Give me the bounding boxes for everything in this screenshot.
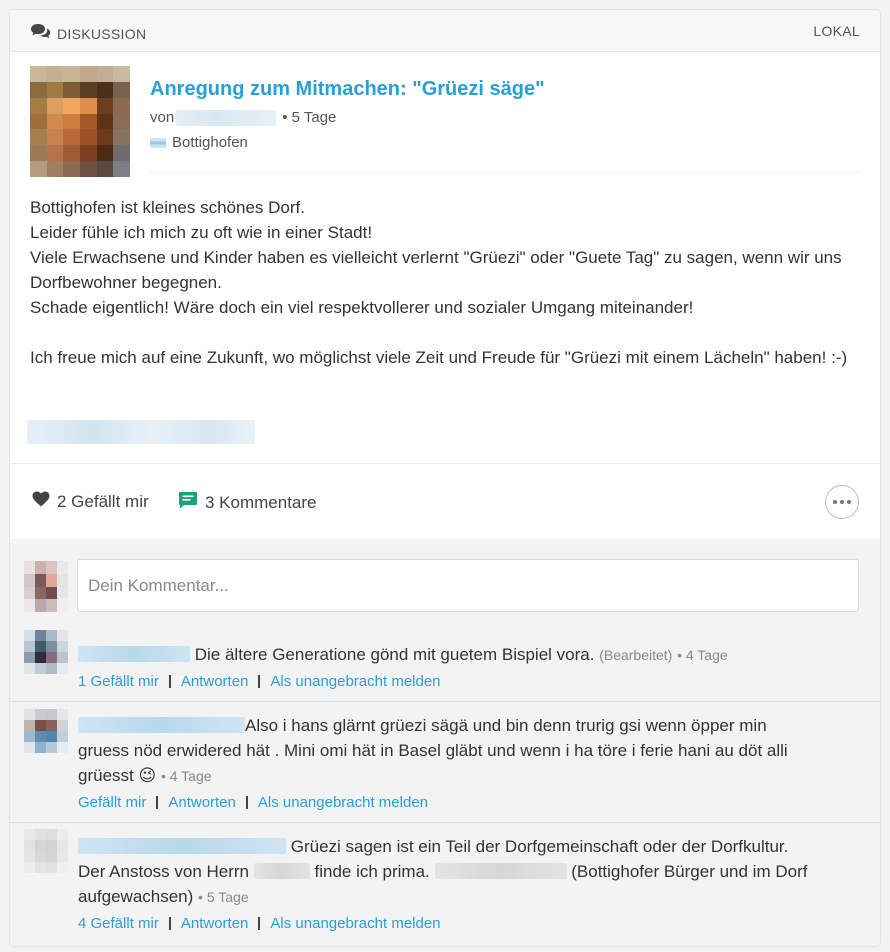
link-separator <box>258 917 261 930</box>
comment-icon <box>178 491 198 514</box>
comment-like-link[interactable]: 1 Gefällt mir <box>78 673 159 690</box>
scope-label: LOKAL <box>813 23 860 39</box>
signature-redacted <box>27 420 255 444</box>
section-header: DISKUSSION <box>30 23 146 44</box>
comment-body-cont: finde ich prima. <box>314 862 430 881</box>
comment-like-link[interactable]: Gefällt mir <box>78 794 146 811</box>
commenter-avatar[interactable] <box>24 630 68 674</box>
edited-label: (Bearbeitet) <box>599 647 673 663</box>
comment-report-link[interactable]: Als unangebracht melden <box>270 673 440 690</box>
commenter-avatar[interactable] <box>24 709 68 753</box>
commenter-name-redacted[interactable] <box>78 838 286 854</box>
post-location[interactable]: Bottighofen <box>172 134 248 151</box>
comment-text: Grüezi sagen ist ein Teil der Dorfgemein… <box>78 834 818 910</box>
comment-text: Die ältere Generatione gönd mit guetem B… <box>78 642 818 668</box>
comment-reply-link[interactable]: Antworten <box>181 673 249 690</box>
link-separator <box>156 796 159 809</box>
comment-divider <box>10 701 880 702</box>
link-separator <box>168 917 171 930</box>
like-button[interactable]: 2 Gefällt mir <box>32 491 149 512</box>
author-name-redacted[interactable] <box>176 109 277 126</box>
more-options-button[interactable] <box>825 485 859 519</box>
meta-divider <box>150 172 860 173</box>
post-actions-bar: 2 Gefällt mir 3 Kommentare <box>10 463 880 539</box>
comment-reply-link[interactable]: Antworten <box>181 915 249 932</box>
comment-report-link[interactable]: Als unangebracht melden <box>270 915 440 932</box>
comment-age: • 5 Tage <box>198 889 249 905</box>
comment-text: Also i hans glärnt grüezi sägä und bin d… <box>78 713 818 789</box>
wink-emoji-icon: 😉 <box>138 766 157 785</box>
comments-section: Die ältere Generatione gönd mit guetem B… <box>10 539 880 946</box>
comment-like-link[interactable]: 4 Gefällt mir <box>78 915 159 932</box>
post-body: Bottighofen ist kleines schönes Dorf. Le… <box>30 195 860 370</box>
commenter-avatar[interactable] <box>24 829 68 873</box>
location-flag-icon <box>150 137 166 148</box>
name-redacted <box>434 863 567 879</box>
comment-reply-link[interactable]: Antworten <box>168 794 236 811</box>
comment-age: • 4 Tage <box>677 647 728 663</box>
more-dots-icon <box>833 500 837 504</box>
author-avatar[interactable] <box>30 66 130 177</box>
by-prefix: von <box>150 109 175 126</box>
card-header: DISKUSSION LOKAL <box>10 10 880 52</box>
commenter-name-redacted[interactable] <box>78 717 245 733</box>
comment-links: 1 Gefällt mir Antworten Als unangebracht… <box>78 673 441 690</box>
heart-icon <box>32 491 50 512</box>
section-label: DISKUSSION <box>57 25 147 42</box>
comment-input[interactable] <box>77 559 859 612</box>
comments-button[interactable]: 3 Kommentare <box>178 491 317 514</box>
link-separator <box>168 675 171 688</box>
post-paragraph: Bottighofen ist kleines schönes Dorf. Le… <box>30 198 842 317</box>
comments-count-label: 3 Kommentare <box>205 492 317 512</box>
post-title[interactable]: Anregung zum Mitmachen: "Grüezi säge" <box>150 78 545 101</box>
post-meta-location: Bottighofen <box>150 134 248 151</box>
post-paragraph: Ich freue mich auf eine Zukunft, wo mögl… <box>30 348 848 367</box>
commenter-name-redacted[interactable] <box>78 646 190 662</box>
link-separator <box>258 675 261 688</box>
current-user-avatar <box>24 561 68 612</box>
post-age: • 5 Tage <box>282 109 337 126</box>
comment-report-link[interactable]: Als unangebracht melden <box>258 794 428 811</box>
discussion-card: DISKUSSION LOKAL Anregung zum Mitmachen:… <box>10 10 880 946</box>
chat-bubbles-icon <box>30 23 51 44</box>
link-separator <box>245 796 248 809</box>
name-redacted <box>253 863 310 879</box>
likes-count-label: 2 Gefällt mir <box>57 491 149 511</box>
post-meta-author: von • 5 Tage <box>150 109 336 126</box>
comment-body: Die ältere Generatione gönd mit guetem B… <box>194 645 595 664</box>
comment-links: 4 Gefällt mir Antworten Als unangebracht… <box>78 915 441 932</box>
comment-age: • 4 Tage <box>160 768 212 784</box>
comment-links: Gefällt mir Antworten Als unangebracht m… <box>78 794 428 811</box>
comment-divider <box>10 822 880 823</box>
